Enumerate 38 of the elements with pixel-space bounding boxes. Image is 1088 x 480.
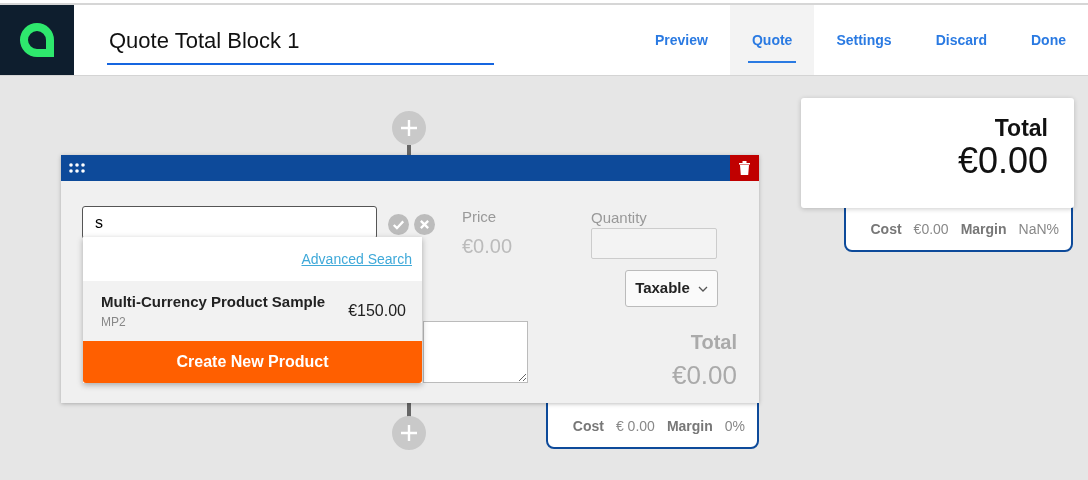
margin-value: NaN% <box>1018 220 1059 239</box>
nav-tab[interactable]: Quote <box>729 5 815 75</box>
nav-tab[interactable]: Done <box>1009 5 1088 75</box>
product-code: MP2 <box>101 314 127 332</box>
tax-dropdown[interactable]: Taxable <box>625 270 718 307</box>
margin-label: Margin <box>960 220 1007 239</box>
search-result-item[interactable]: Multi-Currency Product Sample MP2 €150.00 <box>83 281 422 341</box>
cost-value: €0.00 <box>913 220 949 239</box>
title-field[interactable]: Quote Total Block 1 <box>107 23 494 65</box>
confirm-icon[interactable] <box>388 212 409 236</box>
total-amount: €0.00 <box>957 141 1048 181</box>
cost-label: Cost <box>870 220 902 239</box>
nav-tab[interactable]: Settings <box>814 5 914 75</box>
delete-button[interactable] <box>730 155 759 181</box>
create-product-button[interactable]: Create New Product <box>83 341 422 383</box>
total-label: Total <box>690 330 737 355</box>
cost-value: € 0.00 <box>615 417 655 436</box>
quantity-label: Quantity <box>591 208 647 228</box>
price-label: Price <box>462 207 497 227</box>
clear-icon[interactable] <box>414 212 435 236</box>
add-icon[interactable] <box>392 111 426 145</box>
margin-value: 0% <box>724 417 745 436</box>
notes-field[interactable] <box>423 321 528 383</box>
nav-tab[interactable]: Preview <box>633 5 730 75</box>
search-field[interactable]: s <box>82 206 377 239</box>
total-label: Total <box>994 116 1048 142</box>
drag-handle-icon[interactable] <box>69 163 85 173</box>
product-name: Multi-Currency Product Sample <box>101 291 326 312</box>
product-price: €150.00 <box>348 301 406 321</box>
total-amount: €0.00 <box>671 359 737 392</box>
quantity-field[interactable] <box>591 228 717 259</box>
cost-label: Cost <box>572 417 604 436</box>
caret-icon <box>697 285 708 292</box>
nav-tab[interactable]: Discard <box>913 5 1009 75</box>
trash-icon <box>739 161 750 175</box>
margin-label: Margin <box>666 417 713 436</box>
add-icon[interactable] <box>392 416 426 450</box>
advanced-search-link[interactable]: Advanced Search <box>301 248 412 270</box>
